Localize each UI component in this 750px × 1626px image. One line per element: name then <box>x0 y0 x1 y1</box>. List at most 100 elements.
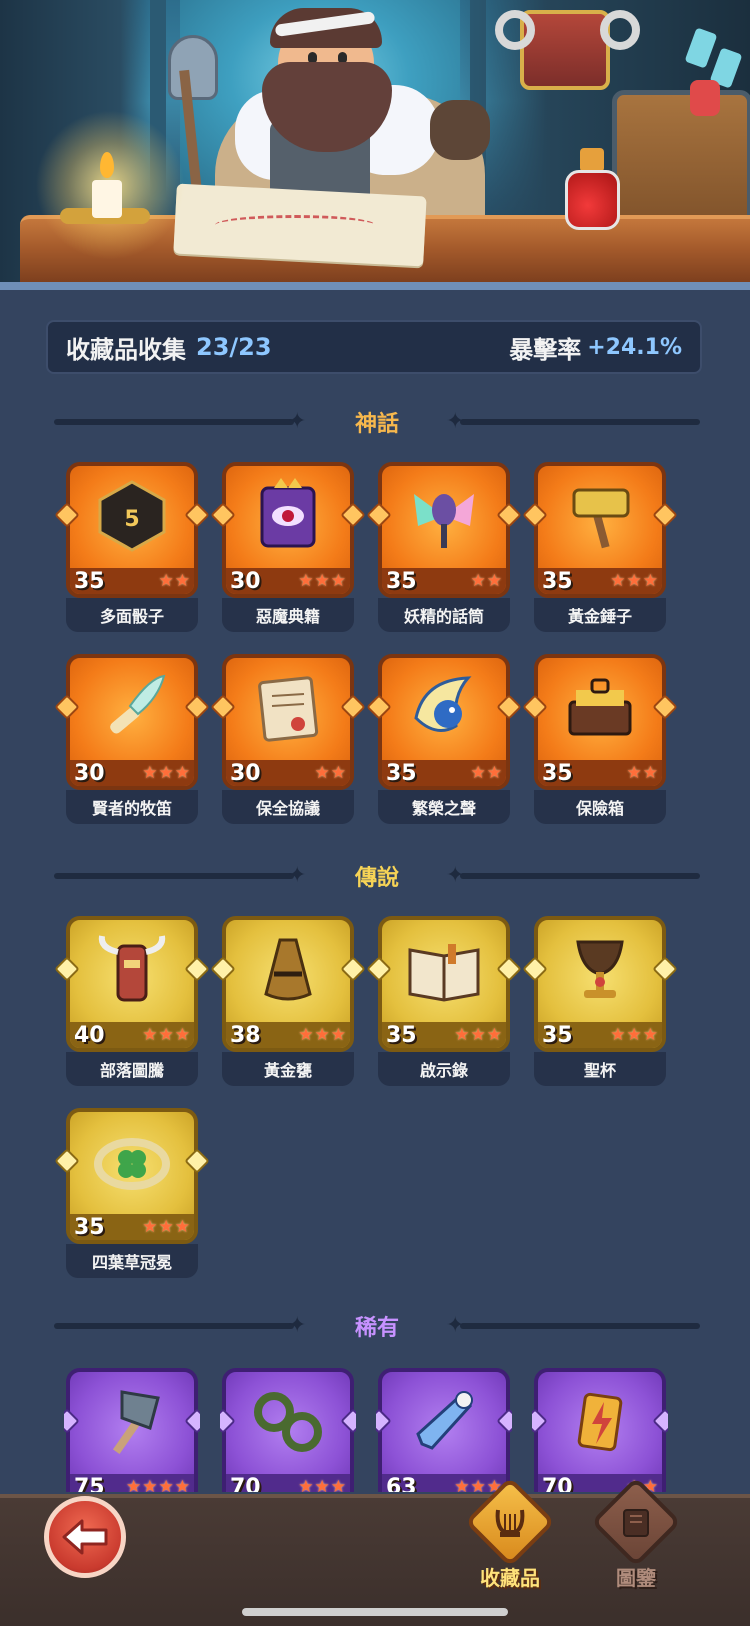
collection-stats-bar: 收藏品收集 23/23 暴擊率 +24.1% <box>46 320 702 374</box>
collectible-card[interactable]: 40 ★ ★ ★ 部落圖騰 <box>54 916 210 1088</box>
level-bar: 35 ★ ★ ★ <box>538 1022 662 1048</box>
item-name-bar: 啟示錄 <box>378 1052 510 1086</box>
item-name: 多面骰子 <box>99 607 164 626</box>
crit-rate-value: +24.1% <box>587 334 682 360</box>
star-icon: ★ <box>626 571 642 591</box>
candle-icon <box>92 180 122 218</box>
item-name: 賢者的牧笛 <box>91 799 172 818</box>
book-icon <box>623 1509 649 1537</box>
collectible-card[interactable]: 30 ★ ★ 保全協議 <box>210 654 366 826</box>
item-name: 妖精的話筒 <box>403 607 484 626</box>
tab-collection[interactable]: 收藏品 <box>460 1476 560 1620</box>
tab-codex[interactable]: 圖鑒 <box>586 1476 686 1620</box>
star-icon: ★ <box>610 1025 626 1045</box>
star-icon: ★ <box>486 571 502 591</box>
section-header-legendary: ✦ ✦ 傳說 <box>54 858 700 892</box>
star-icon: ★ <box>330 1477 346 1492</box>
star-icon: ★ <box>158 571 174 591</box>
tab-codex-label: 圖鑒 <box>616 1566 656 1590</box>
level-bar: 35 ★ ★ <box>538 760 662 786</box>
item-name-bar: 多面骰子 <box>66 598 198 632</box>
collectible-card[interactable]: 70 ★ ★ ★ <box>220 1368 356 1492</box>
ice-dagger-icon <box>404 1382 484 1462</box>
star-icon: ★ <box>454 1025 470 1045</box>
star-icon: ★ <box>174 571 190 591</box>
item-name: 聖杯 <box>583 1061 616 1080</box>
star-icon: ★ <box>626 1025 642 1045</box>
collectible-card[interactable]: 35 ★ ★ 繁榮之聲 <box>366 654 522 826</box>
star-rating: ★ ★ ★ <box>610 1025 658 1045</box>
star-icon: ★ <box>486 763 502 783</box>
star-rating: ★★ <box>471 571 503 591</box>
level-bar: 30 ★ ★ ★ <box>70 760 194 786</box>
level-bar: 35 ★ ★ <box>70 568 194 594</box>
item-name: 惡魔典籍 <box>255 607 320 626</box>
collectible-card[interactable]: 75 ★ ★ ★ ★ <box>64 1368 200 1492</box>
item-name-bar: 繁榮之聲 <box>378 790 510 824</box>
star-icon: ★ <box>142 763 158 783</box>
item-name-bar: 黃金錘子 <box>534 598 666 632</box>
item-name-bar: 黃金甕 <box>222 1052 354 1086</box>
tribal-totem-icon <box>92 930 172 1010</box>
back-button[interactable] <box>44 1496 126 1578</box>
shovel-icon <box>168 35 218 100</box>
star-icon: ★ <box>330 763 346 783</box>
d20-dice-icon: 5 <box>92 476 172 556</box>
level-bar: 70 ★ ★ ★ <box>226 1474 350 1492</box>
golden-urn-icon <box>248 930 328 1010</box>
item-name: 黃金甕 <box>263 1061 312 1080</box>
sage-flute-icon <box>92 668 172 748</box>
collectible-card[interactable]: 63 ★ ★ ★ <box>376 1368 512 1492</box>
potion-icon <box>565 170 620 230</box>
item-name-bar: 保險箱 <box>534 790 666 824</box>
tab-collection-label: 收藏品 <box>480 1566 540 1590</box>
item-level: 35 <box>74 1214 105 1240</box>
item-name-bar: 妖精的話筒 <box>378 598 510 632</box>
star-icon: ★ <box>330 1025 346 1045</box>
item-name: 啟示錄 <box>419 1061 468 1080</box>
star-icon: ★ <box>298 1025 314 1045</box>
star-icon: ★ <box>126 1477 142 1492</box>
star-icon: ★ <box>314 571 330 591</box>
collectible-card[interactable]: 35 ★ ★ 妖精的話筒 <box>366 462 522 634</box>
item-level: 35 <box>542 1022 573 1048</box>
item-level: 35 <box>386 1022 417 1048</box>
item-level: 63 <box>386 1474 417 1493</box>
star-icon: ★ <box>314 1025 330 1045</box>
collectible-card[interactable]: 35 ★ ★ ★ 聖杯 <box>522 916 678 1088</box>
collectible-card[interactable]: 38 ★ ★ ★ 黃金甕 <box>210 916 366 1088</box>
collectible-card[interactable]: 5 35 ★ ★ 多面骰子 <box>54 462 210 634</box>
collectible-card[interactable]: 35 ★ ★ ★ 黃金錘子 <box>522 462 678 634</box>
golden-hammer-icon <box>560 476 640 556</box>
collection-label: 收藏品收集 <box>66 335 186 364</box>
star-icon: ★ <box>174 1217 190 1237</box>
star-rating: ★★ <box>159 571 191 591</box>
star-icon: ★ <box>298 1477 314 1492</box>
lyre-icon <box>495 1509 525 1537</box>
star-icon: ★ <box>142 1217 158 1237</box>
star-icon: ★ <box>174 1477 190 1492</box>
collectible-card[interactable]: 35 ★ ★ ★ 啟示錄 <box>366 916 522 1088</box>
star-icon: ★ <box>158 763 174 783</box>
collectible-card[interactable]: 70 ★★ <box>532 1368 668 1492</box>
item-name: 黃金錘子 <box>567 607 632 626</box>
level-bar: 30 ★ ★ <box>226 760 350 786</box>
collectible-card[interactable]: 35 ★ ★ ★ 四葉草冠冕 <box>54 1108 210 1280</box>
collectible-card[interactable]: 30 ★ ★ ★ 惡魔典籍 <box>210 462 366 634</box>
star-rating: ★★ <box>315 763 347 783</box>
item-name: 保險箱 <box>575 799 624 818</box>
level-bar: 35 ★ ★ ★ <box>382 1022 506 1048</box>
home-indicator <box>242 1608 508 1616</box>
collectible-card[interactable]: 35 ★ ★ 保險箱 <box>522 654 678 826</box>
collectible-card[interactable]: 30 ★ ★ ★ 賢者的牧笛 <box>54 654 210 826</box>
star-icon: ★ <box>626 763 642 783</box>
star-rating: ★ ★ ★ <box>142 763 190 783</box>
axe-icon <box>92 1382 172 1462</box>
star-icon: ★ <box>642 763 658 783</box>
lightning-gem-icon <box>560 1382 640 1462</box>
section-header-mythic: ✦ ✦ 神話 <box>54 404 700 438</box>
star-rating: ★ ★ ★ <box>454 1025 502 1045</box>
contract-scroll-icon <box>248 668 328 748</box>
item-name: 部落圖騰 <box>99 1061 164 1080</box>
item-level: 35 <box>542 760 573 786</box>
